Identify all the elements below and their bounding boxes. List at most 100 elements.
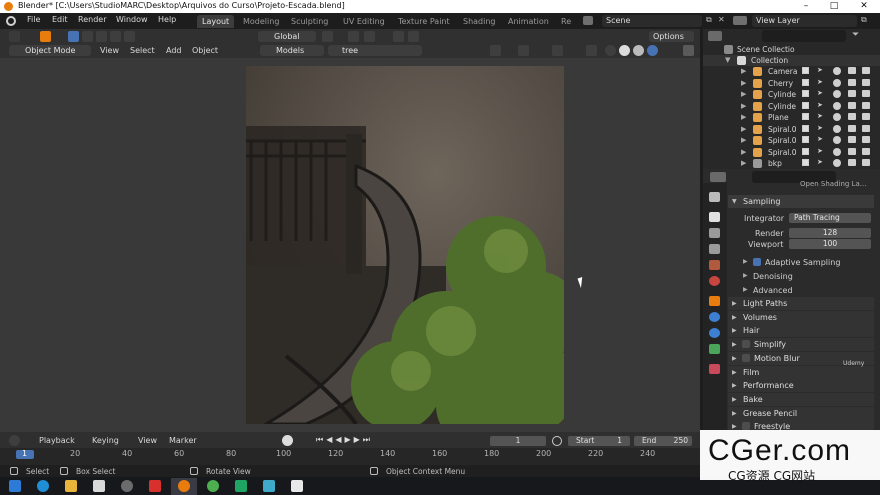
monitor-icon[interactable] bbox=[848, 159, 856, 166]
pivot-point-icon[interactable] bbox=[322, 31, 333, 42]
viewport-samples-field[interactable]: 100 bbox=[789, 239, 871, 249]
camera-render-icon[interactable] bbox=[862, 136, 870, 143]
adaptive-sampling-checkbox[interactable] bbox=[753, 258, 761, 266]
menu-select[interactable]: Select bbox=[130, 46, 155, 55]
snap-target-icon[interactable] bbox=[364, 31, 375, 42]
tab-animation[interactable]: Animation bbox=[503, 15, 554, 28]
menu-marker[interactable]: Marker bbox=[169, 436, 197, 445]
chrome-icon[interactable] bbox=[207, 480, 219, 492]
gizmo-icon[interactable] bbox=[518, 45, 529, 56]
tab-texture-paint[interactable]: Texture Paint bbox=[393, 15, 455, 28]
blender-menu-icon[interactable] bbox=[6, 16, 16, 26]
outliner-row[interactable]: ▶ Spiral.0 ➤ bbox=[703, 147, 880, 158]
outliner-editor-icon[interactable] bbox=[708, 31, 722, 41]
eye-icon[interactable] bbox=[833, 113, 841, 121]
select-icon[interactable]: ➤ bbox=[817, 135, 823, 143]
expand-toggle-icon[interactable]: ▶ bbox=[741, 148, 746, 156]
physics-tab-icon[interactable] bbox=[709, 328, 720, 338]
tab-modeling[interactable]: Modeling bbox=[238, 15, 284, 28]
xray-icon[interactable] bbox=[586, 45, 597, 56]
tab-sculpting[interactable]: Sculpting bbox=[286, 15, 333, 28]
menu-timeline-view[interactable]: View bbox=[138, 436, 157, 445]
menu-help[interactable]: Help bbox=[158, 15, 176, 24]
edge-browser-icon[interactable] bbox=[37, 480, 49, 492]
visibility-icon[interactable] bbox=[490, 45, 501, 56]
outliner-row[interactable]: ▶ Cylinde ➤ bbox=[703, 89, 880, 100]
sampling-panel-header[interactable]: ▼ Sampling bbox=[728, 195, 874, 208]
select-new-icon[interactable] bbox=[68, 31, 79, 42]
blender-taskbar-icon[interactable] bbox=[178, 480, 190, 492]
panel-hair[interactable]: ▶ Hair bbox=[728, 324, 874, 338]
duplicate-scene-icon[interactable]: ⧉ bbox=[706, 15, 715, 25]
tab-rendering[interactable]: Re bbox=[556, 15, 576, 28]
camera-render-icon[interactable] bbox=[862, 67, 870, 74]
select-invert-icon[interactable] bbox=[110, 31, 121, 42]
outliner-row[interactable]: ▶ Plane ➤ bbox=[703, 112, 880, 123]
outliner-row[interactable]: ▶ Cherry ➤ bbox=[703, 78, 880, 89]
panel-performance[interactable]: ▶ Performance bbox=[728, 379, 874, 393]
menu-add[interactable]: Add bbox=[166, 46, 182, 55]
obs-icon[interactable] bbox=[121, 480, 133, 492]
select-icon[interactable]: ➤ bbox=[817, 147, 823, 155]
mode-dropdown[interactable]: Object Mode bbox=[9, 45, 91, 56]
panel-bake[interactable]: ▶ Bake bbox=[728, 392, 874, 406]
exclude-checkbox[interactable] bbox=[802, 147, 809, 155]
eye-icon[interactable] bbox=[833, 90, 841, 98]
select-intersect-icon[interactable] bbox=[124, 31, 135, 42]
outliner-row[interactable]: ▶ bkp ➤ bbox=[703, 158, 880, 169]
eye-icon[interactable] bbox=[833, 124, 841, 133]
panel-enable-checkbox[interactable] bbox=[742, 353, 750, 362]
exclude-checkbox[interactable] bbox=[802, 113, 809, 120]
monitor-icon[interactable] bbox=[848, 136, 856, 143]
view-layer-selector[interactable]: View Layer bbox=[752, 15, 857, 27]
menu-edit[interactable]: Edit bbox=[52, 15, 68, 24]
app-icon[interactable] bbox=[149, 480, 161, 492]
monitor-icon[interactable] bbox=[848, 113, 856, 120]
search-field[interactable]: tree bbox=[328, 45, 422, 56]
data-tab-icon[interactable] bbox=[709, 364, 720, 374]
app-icon[interactable] bbox=[235, 480, 247, 492]
file-explorer-icon[interactable] bbox=[65, 480, 77, 492]
exclude-checkbox[interactable] bbox=[802, 159, 809, 166]
close-button[interactable]: ✕ bbox=[850, 0, 878, 13]
end-frame-field[interactable]: End 250 bbox=[634, 436, 692, 446]
select-icon[interactable]: ➤ bbox=[817, 66, 823, 74]
render-samples-field[interactable]: 128 bbox=[789, 228, 871, 238]
constraints-tab-icon[interactable] bbox=[709, 344, 720, 354]
menu-view[interactable]: View bbox=[100, 46, 119, 55]
outliner-search-input[interactable] bbox=[762, 30, 846, 42]
maximize-button[interactable]: □ bbox=[820, 0, 848, 13]
timeline-editor-icon[interactable] bbox=[9, 435, 20, 446]
denoising-subpanel[interactable]: Denoising bbox=[753, 272, 793, 281]
collection-dropdown[interactable]: Models bbox=[260, 45, 324, 56]
camera-render-icon[interactable] bbox=[862, 90, 870, 97]
store-icon[interactable] bbox=[93, 480, 105, 492]
remove-scene-icon[interactable]: ✕ bbox=[718, 15, 727, 25]
tab-layout[interactable]: Layout bbox=[197, 15, 235, 28]
wireframe-shading-icon[interactable] bbox=[605, 45, 616, 56]
monitor-icon[interactable] bbox=[848, 90, 856, 97]
pause-render-icon[interactable] bbox=[683, 45, 694, 56]
advanced-subpanel[interactable]: Advanced bbox=[753, 286, 793, 295]
select-extend-icon[interactable] bbox=[82, 31, 93, 42]
panel-film[interactable]: ▶ Film bbox=[728, 365, 874, 379]
proportional-edit-icon[interactable] bbox=[393, 31, 404, 42]
options-dropdown[interactable]: Options bbox=[649, 31, 694, 42]
world-tab-icon[interactable] bbox=[709, 276, 720, 286]
tool-tab-icon[interactable] bbox=[709, 192, 720, 202]
panel-simplify[interactable]: ▶ Simplify bbox=[728, 338, 874, 352]
output-tab-icon[interactable] bbox=[709, 228, 720, 238]
menu-window[interactable]: Window bbox=[116, 15, 148, 24]
camera-render-icon[interactable] bbox=[862, 113, 870, 120]
select-icon[interactable]: ➤ bbox=[817, 78, 823, 86]
solid-shading-icon[interactable] bbox=[619, 45, 630, 56]
expand-toggle-icon[interactable]: ▼ bbox=[725, 56, 730, 64]
scene-selector[interactable]: Scene bbox=[602, 15, 702, 27]
menu-file[interactable]: File bbox=[27, 15, 40, 24]
outliner-row[interactable]: ▶ Spiral.0 ➤ bbox=[703, 135, 880, 146]
camera-render-icon[interactable] bbox=[862, 101, 870, 109]
playback-controls[interactable]: ⏮◀◀▶▶⏭ bbox=[316, 435, 373, 445]
select-icon[interactable]: ➤ bbox=[817, 89, 823, 97]
select-icon[interactable]: ➤ bbox=[817, 158, 823, 166]
record-icon[interactable] bbox=[282, 435, 293, 446]
